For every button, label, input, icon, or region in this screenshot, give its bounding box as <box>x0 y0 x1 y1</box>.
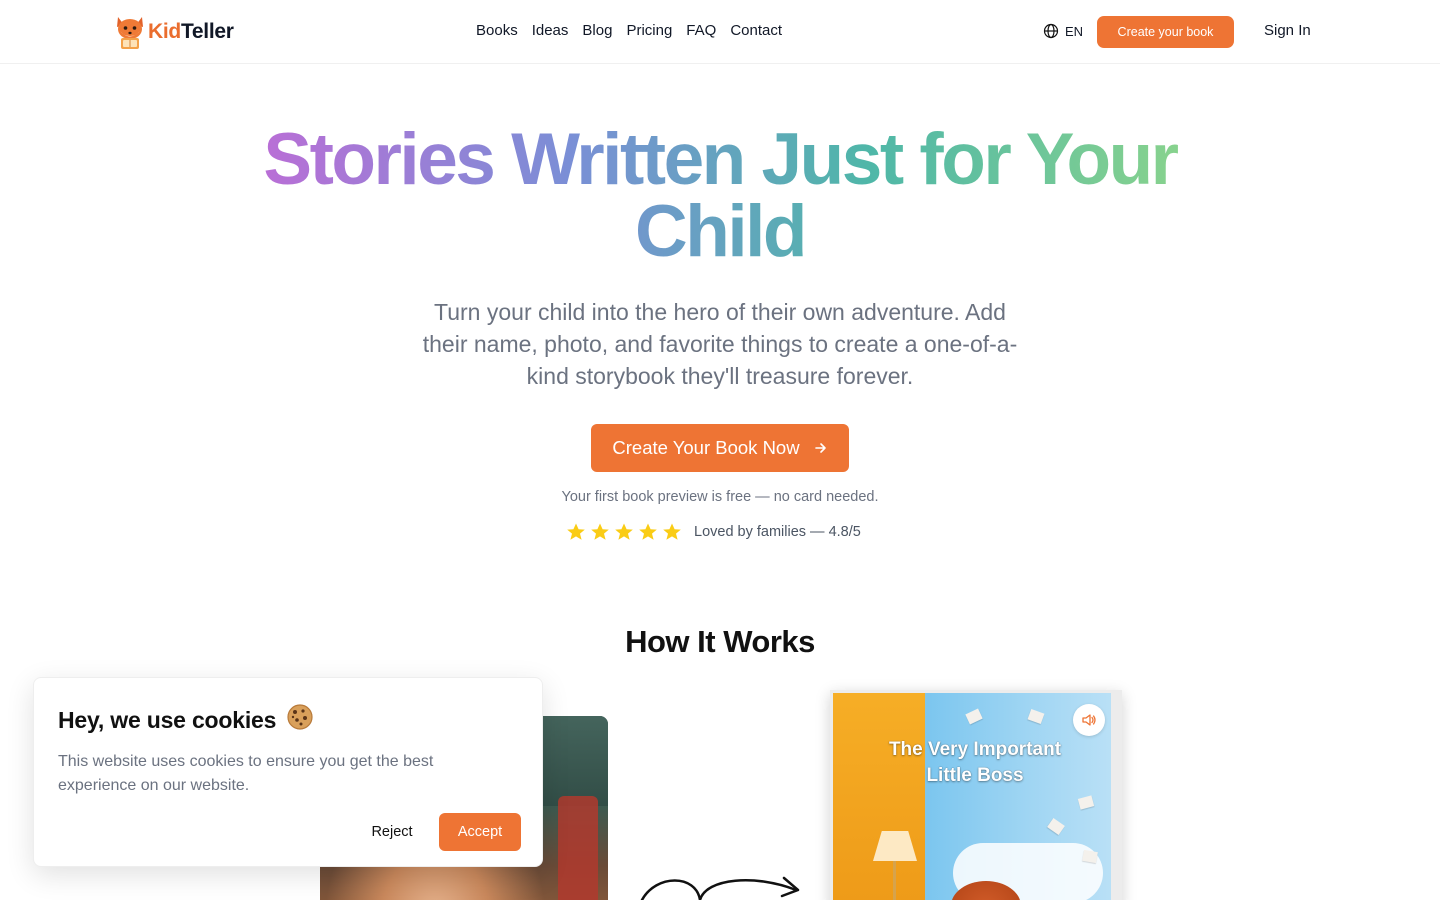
logo-text-teller: Teller <box>180 20 234 43</box>
storybook-preview[interactable]: The Very Important Little Boss <box>830 690 1124 900</box>
hero-title: Stories Written Just for Your Child <box>220 123 1220 268</box>
photo-background-chair <box>558 796 598 900</box>
logo-text-kid: Kid <box>148 20 181 43</box>
star-icon <box>567 523 585 540</box>
cover-lamp-pole <box>893 861 896 900</box>
flying-paper <box>965 708 983 725</box>
flying-paper <box>1027 708 1045 725</box>
site-header: KidTeller Books Ideas Blog Pricing FAQ C… <box>0 0 1440 64</box>
flying-paper <box>1082 849 1098 864</box>
logo-text: KidTeller <box>148 20 234 44</box>
language-label: EN <box>1065 23 1084 39</box>
cookie-title-text: Hey, we use cookies <box>58 707 277 733</box>
cookie-title: Hey, we use cookies <box>58 703 314 734</box>
accept-cookies-button[interactable]: Accept <box>439 813 521 851</box>
star-icon <box>663 523 681 540</box>
nav-item-faq[interactable]: FAQ <box>686 22 716 39</box>
book-cover: The Very Important Little Boss <box>833 693 1111 900</box>
book-title: The Very Important Little Boss <box>888 739 1062 786</box>
cover-door <box>833 693 925 900</box>
language-selector[interactable]: EN <box>1043 23 1083 39</box>
how-it-works-title: How It Works <box>625 624 815 659</box>
curved-arrow-icon <box>640 876 800 900</box>
cookie-text: This website uses cookies to ensure you … <box>58 753 434 794</box>
cookie-consent-dialog: Hey, we use cookies This website uses co… <box>33 677 543 867</box>
star-icon <box>591 523 609 540</box>
audio-button[interactable] <box>1073 704 1105 736</box>
flying-paper <box>1077 795 1095 810</box>
hero-subtitle: Turn your child into the hero of their o… <box>422 299 1018 389</box>
nav-item-ideas[interactable]: Ideas <box>532 22 569 39</box>
star-icon <box>639 523 657 540</box>
nav-item-pricing[interactable]: Pricing <box>626 22 672 39</box>
free-preview-note: Your first book preview is free — no car… <box>561 489 879 505</box>
nav-item-contact[interactable]: Contact <box>730 22 782 39</box>
globe-icon <box>1043 23 1059 39</box>
rating-text: Loved by families — 4.8/5 <box>694 524 861 540</box>
fox-logo-icon <box>117 17 143 49</box>
sign-in-link[interactable]: Sign In <box>1264 22 1311 39</box>
reject-cookies-button[interactable]: Reject <box>356 813 428 851</box>
create-book-button[interactable]: Create your book <box>1097 16 1234 48</box>
nav-item-blog[interactable]: Blog <box>582 22 612 39</box>
star-icon <box>615 523 633 540</box>
create-book-now-label: Create Your Book Now <box>612 437 800 458</box>
logo[interactable]: KidTeller <box>114 14 234 50</box>
arrow-right-icon <box>814 443 826 453</box>
create-book-now-button[interactable]: Create Your Book Now <box>591 424 849 472</box>
rating: Loved by families — 4.8/5 <box>566 522 861 542</box>
main-nav: Books Ideas Blog Pricing FAQ Contact <box>476 22 782 39</box>
cookie-icon <box>287 704 314 730</box>
flying-paper <box>1047 817 1065 836</box>
nav-item-books[interactable]: Books <box>476 22 518 39</box>
speaker-icon <box>1082 714 1096 726</box>
